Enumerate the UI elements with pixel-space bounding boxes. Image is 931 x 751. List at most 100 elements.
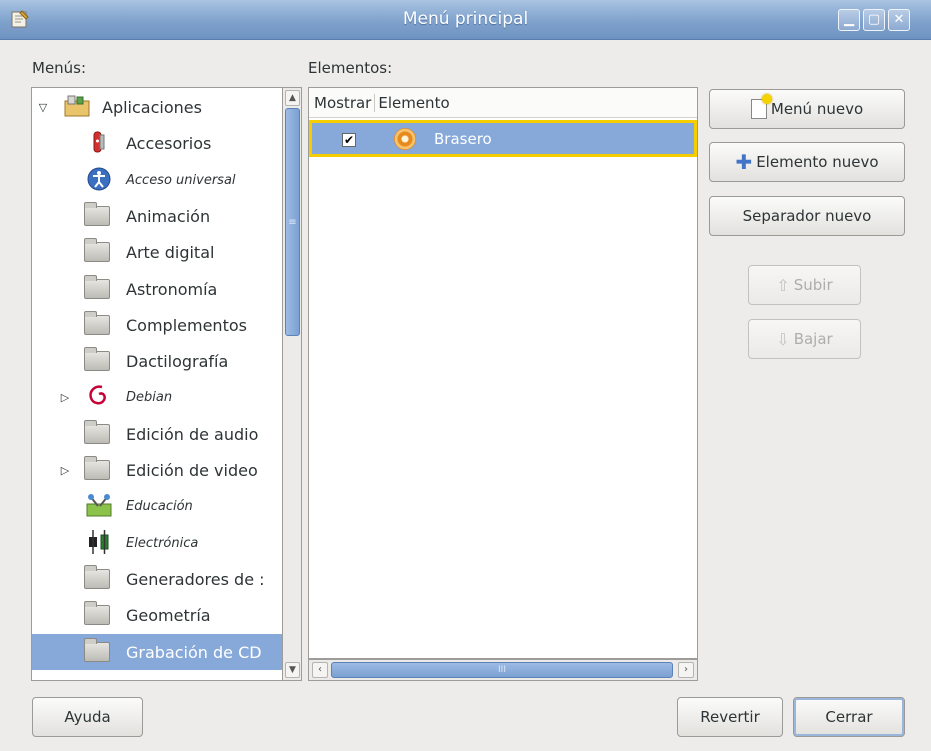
- tree-item-arte-digital[interactable]: Arte digital: [32, 234, 282, 270]
- maximize-icon: ▢: [867, 12, 881, 27]
- elements-label: Elementos:: [308, 59, 392, 77]
- new-separator-button[interactable]: Separador nuevo: [709, 196, 905, 236]
- education-icon: [84, 492, 114, 518]
- tree-item-generadores-de[interactable]: Generadores de :: [32, 561, 282, 597]
- column-separator: [374, 93, 376, 112]
- window-title: Menú principal: [402, 9, 529, 29]
- title-bar[interactable]: Menú principal ▁ ▢ ✕: [0, 0, 931, 40]
- new-menu-icon: [750, 94, 772, 119]
- column-header-element[interactable]: Elemento: [378, 94, 449, 112]
- menu-tree[interactable]: ▽ Aplicaciones Accesorios Acceso universal A…: [31, 87, 302, 681]
- applications-icon: [62, 93, 92, 119]
- tree-item-geometría[interactable]: Geometría: [32, 597, 282, 633]
- tree-item-label: Astronomía: [126, 279, 218, 299]
- folder-icon: [84, 456, 114, 482]
- folder-icon: [84, 311, 114, 337]
- folder-icon: [84, 238, 114, 264]
- tree-item-label: Acceso universal: [126, 172, 236, 188]
- list-item-brasero[interactable]: ✔ Brasero: [309, 120, 697, 157]
- close-label: Cerrar: [825, 708, 873, 726]
- tree-item-label: Aplicaciones: [102, 97, 202, 117]
- revert-button[interactable]: Revertir: [677, 697, 783, 737]
- tree-item-complementos[interactable]: Complementos: [32, 307, 282, 343]
- tree-item-dactilografía[interactable]: Dactilografía: [32, 343, 282, 379]
- close-window-button[interactable]: ✕: [888, 9, 910, 31]
- move-up-button[interactable]: ⇧ Subir: [748, 265, 861, 305]
- plus-icon: ✚: [735, 150, 753, 174]
- menus-label-text: Menús:: [32, 59, 87, 77]
- arrow-down-icon: ⇩: [776, 329, 790, 349]
- debian-icon: [84, 383, 114, 409]
- arrow-up-icon: ⇧: [776, 275, 790, 295]
- tree-vertical-scrollbar[interactable]: ▲ ≡ ▼: [282, 87, 302, 681]
- list-scroll-thumb[interactable]: III: [331, 662, 673, 678]
- list-item-label: Brasero: [434, 130, 492, 148]
- folder-icon: [84, 347, 114, 373]
- expander-expanded-icon[interactable]: ▽: [36, 101, 50, 114]
- tree-item-label: Dactilografía: [126, 351, 229, 371]
- tree-item-grabación-de-cd[interactable]: Grabación de CD: [32, 634, 282, 670]
- column-header-show[interactable]: Mostrar: [309, 94, 371, 112]
- new-item-label: Elemento nuevo: [756, 153, 879, 171]
- help-label: Ayuda: [64, 708, 111, 726]
- tree-item-label: Edición de audio: [126, 424, 259, 444]
- minimize-icon: ▁: [844, 12, 854, 27]
- tree-item-label: Generadores de :: [126, 569, 265, 589]
- expander-collapsed-icon[interactable]: ▷: [58, 391, 72, 404]
- list-horizontal-scrollbar[interactable]: ‹ III ›: [308, 659, 698, 681]
- tree-item-animación[interactable]: Animación: [32, 198, 282, 234]
- tree-item-label: Grabación de CD: [126, 642, 262, 662]
- new-menu-button[interactable]: Menú nuevo: [709, 89, 905, 129]
- tree-item-accesorios[interactable]: Accesorios: [32, 125, 282, 161]
- close-button[interactable]: Cerrar: [793, 697, 905, 737]
- accessories-icon: [84, 129, 114, 155]
- elements-list[interactable]: Mostrar Elemento ✔ Brasero: [308, 87, 698, 659]
- tree-item-electrónica[interactable]: Electrónica: [32, 525, 282, 561]
- show-checkbox[interactable]: ✔: [342, 133, 356, 147]
- folder-icon: [84, 420, 114, 446]
- help-button[interactable]: Ayuda: [32, 697, 143, 737]
- folder-icon: [84, 565, 114, 591]
- tree-item-astronomía[interactable]: Astronomía: [32, 271, 282, 307]
- scroll-left-arrow-icon[interactable]: ‹: [312, 662, 328, 678]
- tree-item-label: Accesorios: [126, 133, 212, 153]
- tree-item-acceso-universal[interactable]: Acceso universal: [32, 162, 282, 198]
- move-down-button[interactable]: ⇩ Bajar: [748, 319, 861, 359]
- close-icon: ✕: [893, 12, 905, 27]
- electronics-icon: [84, 529, 114, 555]
- tree-item-label: Arte digital: [126, 242, 215, 262]
- scroll-right-arrow-icon[interactable]: ›: [678, 662, 694, 678]
- folder-icon: [84, 601, 114, 627]
- tree-item-label: Animación: [126, 206, 211, 226]
- tree-item-label: Educación: [126, 498, 193, 514]
- folder-icon: [84, 202, 114, 228]
- tree-item-aplicaciones[interactable]: ▽ Aplicaciones: [32, 89, 282, 125]
- tree-scroll-thumb[interactable]: ≡: [285, 108, 300, 336]
- accessibility-icon: [84, 166, 114, 192]
- new-separator-label: Separador nuevo: [742, 207, 872, 225]
- expander-collapsed-icon[interactable]: ▷: [58, 464, 72, 477]
- scroll-down-arrow-icon[interactable]: ▼: [285, 662, 300, 678]
- revert-label: Revertir: [700, 708, 760, 726]
- folder-icon: [84, 638, 114, 664]
- new-item-button[interactable]: ✚ Elemento nuevo: [709, 142, 905, 182]
- scroll-up-arrow-icon[interactable]: ▲: [285, 90, 300, 106]
- maximize-button[interactable]: ▢: [863, 9, 885, 31]
- move-down-label: Bajar: [793, 330, 833, 348]
- tree-item-debian[interactable]: ▷ Debian: [32, 379, 282, 415]
- elements-label-text: Elementos:: [308, 59, 393, 77]
- tree-item-label: Edición de video: [126, 460, 258, 480]
- tree-item-edición-de-audio[interactable]: Edición de audio: [32, 416, 282, 452]
- tree-item-edición-de-video[interactable]: ▷ Edición de video: [32, 452, 282, 488]
- tree-item-label: Electrónica: [126, 535, 199, 551]
- tree-item-educación[interactable]: Educación: [32, 488, 282, 524]
- list-header: Mostrar Elemento: [309, 88, 697, 118]
- brasero-icon: [394, 128, 416, 150]
- tree-item-label: Geometría: [126, 605, 211, 625]
- minimize-button[interactable]: ▁: [838, 9, 860, 31]
- move-up-label: Subir: [793, 276, 833, 294]
- new-menu-label: Menú nuevo: [770, 100, 864, 118]
- menus-label: Menús:: [32, 59, 86, 77]
- folder-icon: [84, 275, 114, 301]
- tree-item-label: Complementos: [126, 315, 247, 335]
